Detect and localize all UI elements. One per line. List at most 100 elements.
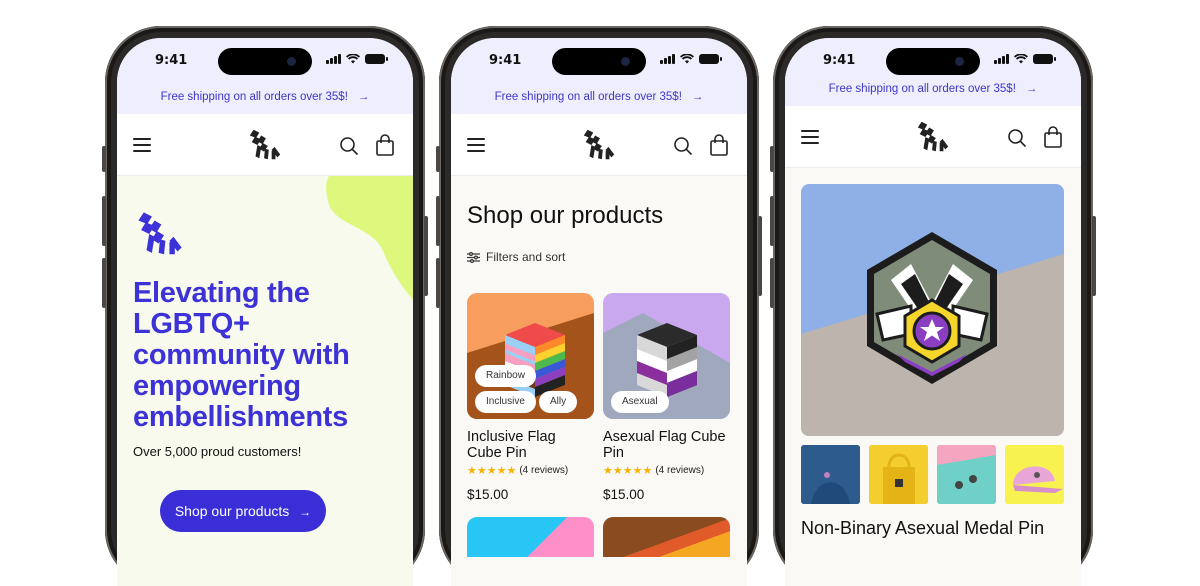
phone-button <box>424 216 428 296</box>
collection-section: Shop our products Filters and sort Rainb… <box>451 176 747 586</box>
announcement-bar[interactable]: Free shipping on all orders over 35$! → <box>785 76 1081 106</box>
phone-button <box>102 258 106 308</box>
tag-ally[interactable]: Ally <box>539 391 578 413</box>
status-icons <box>326 54 388 64</box>
status-icons <box>660 54 722 64</box>
product-thumbnail[interactable] <box>1005 445 1064 504</box>
shop-products-button[interactable]: Shop our products → <box>160 490 326 532</box>
product-image-partial <box>467 517 594 557</box>
phone-collection: 9:41 Free shipping on all orders over 35… <box>436 26 762 586</box>
screen-product: 9:41 Free shipping on all orders over 35… <box>785 38 1081 586</box>
wifi-icon <box>1014 54 1028 64</box>
review-count: (4 reviews) <box>655 465 705 476</box>
phone-button <box>770 258 774 308</box>
product-price: $15.00 <box>467 487 509 502</box>
dynamic-island <box>886 48 980 75</box>
phone-button <box>102 146 106 172</box>
product-main-image[interactable] <box>801 184 1064 436</box>
product-title: Non-Binary Asexual Medal Pin <box>801 518 1045 538</box>
filters-button[interactable]: Filters and sort <box>467 250 565 264</box>
status-bar: 9:41 <box>451 38 747 84</box>
product-image: Asexual <box>603 293 730 419</box>
phone-button <box>1092 216 1096 296</box>
star-rating-icon: ★★★★★ <box>467 465 517 477</box>
phone-button <box>758 216 762 296</box>
arrow-right-icon: → <box>1025 83 1038 95</box>
screen-home: 9:41 Free shipping on all orders over 35… <box>117 38 413 586</box>
battery-icon <box>365 54 388 64</box>
status-time: 9:41 <box>489 53 522 68</box>
arrow-right-icon: → <box>357 91 370 103</box>
battery-icon <box>1033 54 1056 64</box>
filters-label: Filters and sort <box>486 250 566 264</box>
cta-label: Shop our products <box>174 503 290 519</box>
brand-logo[interactable] <box>914 118 952 156</box>
product-thumbnail[interactable] <box>801 445 860 504</box>
search-icon[interactable] <box>1007 128 1027 148</box>
brand-logo[interactable] <box>246 126 284 164</box>
collection-title: Shop our products <box>467 202 664 229</box>
product-image: Rainbow Inclusive Ally <box>467 293 594 419</box>
hamburger-icon[interactable] <box>801 130 819 145</box>
tag-asexual[interactable]: Asexual <box>611 391 669 413</box>
site-header <box>451 114 747 176</box>
phone-product: 9:41 Free shipping on all orders over 35… <box>770 26 1096 586</box>
announcement-text: Free shipping on all orders over 35$! <box>160 91 348 103</box>
dynamic-island <box>552 48 646 75</box>
product-name[interactable]: Inclusive Flag Cube Pin <box>467 429 594 461</box>
dynamic-island <box>218 48 312 75</box>
product-name[interactable]: Asexual Flag Cube Pin <box>603 429 730 461</box>
site-header <box>117 114 413 176</box>
hero-section: Elevating the LGBTQ+ community with empo… <box>117 176 413 586</box>
phone-button <box>770 196 774 246</box>
arrow-right-icon: → <box>691 91 704 103</box>
product-price: $15.00 <box>603 487 645 502</box>
product-section: Non-Binary Asexual Medal Pin <box>785 168 1081 586</box>
shopping-bag-icon[interactable] <box>375 134 395 156</box>
thumbnail-tote <box>869 445 928 504</box>
status-time: 9:41 <box>823 53 856 68</box>
tag-rainbow[interactable]: Rainbow <box>475 365 536 387</box>
phone-button <box>436 258 440 308</box>
phone-button <box>436 196 440 246</box>
product-thumbnail[interactable] <box>869 445 928 504</box>
announcement-bar[interactable]: Free shipping on all orders over 35$! → <box>451 84 747 114</box>
wifi-icon <box>346 54 360 64</box>
arrow-right-icon: → <box>299 505 312 519</box>
signal-icon <box>326 54 341 64</box>
hamburger-icon[interactable] <box>133 138 151 153</box>
product-card[interactable]: Asexual Asexual Flag Cube Pin ★★★★★ (4 r… <box>603 293 730 502</box>
product-image-partial <box>603 517 730 557</box>
product-card[interactable]: Rainbow Inclusive Ally Inclusive Flag Cu… <box>467 293 594 502</box>
shopping-bag-icon[interactable] <box>709 134 729 156</box>
thumbnail-hat-pins <box>937 445 996 504</box>
product-thumbnail[interactable] <box>937 445 996 504</box>
thumbnail-cap <box>1005 445 1064 504</box>
sliders-icon <box>467 251 480 263</box>
search-icon[interactable] <box>339 136 359 156</box>
wifi-icon <box>680 54 694 64</box>
search-icon[interactable] <box>673 136 693 156</box>
status-time: 9:41 <box>155 53 188 68</box>
status-bar: 9:41 <box>117 38 413 84</box>
announcement-text: Free shipping on all orders over 35$! <box>494 91 682 103</box>
status-icons <box>994 54 1056 64</box>
screen-collection: 9:41 Free shipping on all orders over 35… <box>451 38 747 586</box>
battery-icon <box>699 54 722 64</box>
star-rating-icon: ★★★★★ <box>603 465 653 477</box>
review-count: (4 reviews) <box>519 465 569 476</box>
medal-pin-image <box>801 184 1064 436</box>
brand-logo[interactable] <box>580 126 618 164</box>
hero-subtext: Over 5,000 proud customers! <box>133 444 302 459</box>
announcement-bar[interactable]: Free shipping on all orders over 35$! → <box>117 84 413 114</box>
shopping-bag-icon[interactable] <box>1043 126 1063 148</box>
signal-icon <box>994 54 1009 64</box>
announcement-text: Free shipping on all orders over 35$! <box>828 83 1016 95</box>
thumbnail-shirt <box>801 445 860 504</box>
phone-home: 9:41 Free shipping on all orders over 35… <box>102 26 428 586</box>
product-rating: ★★★★★ (4 reviews) <box>467 464 594 477</box>
tag-inclusive[interactable]: Inclusive <box>475 391 536 413</box>
phone-button <box>770 146 774 172</box>
hamburger-icon[interactable] <box>467 138 485 153</box>
phone-button <box>436 146 440 172</box>
